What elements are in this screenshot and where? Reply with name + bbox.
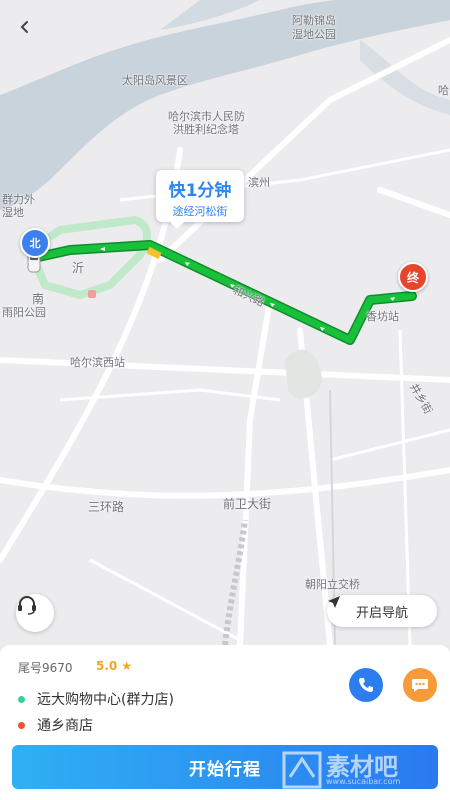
headset-icon	[18, 596, 36, 615]
origin-label: 远大购物中心(群力店)	[37, 692, 174, 708]
watermark-url: www.sucaibar.com	[326, 777, 401, 786]
map-label-qunli-1: 群力外	[2, 193, 35, 206]
customer-service-button[interactable]	[16, 594, 54, 632]
map-label-sun-island: 太阳岛风景区	[122, 74, 188, 87]
callout-title: 快1分钟	[168, 181, 232, 201]
map-label-qianwei: 前卫大街	[223, 497, 272, 511]
map-label-xiangfang: 香坊站	[366, 310, 399, 323]
back-button[interactable]	[18, 20, 46, 48]
map-label-wetland-park: 湿地公园	[292, 28, 336, 41]
map-label-chaoyang: 朝阳立交桥	[305, 578, 360, 591]
map-label-hongqi: 沂	[72, 261, 85, 275]
map-label-south: 南	[32, 292, 45, 306]
navigation-arrow-icon	[328, 596, 340, 608]
end-marker: 终	[398, 262, 428, 292]
start-trip-label: 开始行程	[189, 759, 261, 780]
map-label-third-ring: 三环路	[88, 500, 125, 514]
map-label-binzhou: 滨州	[248, 176, 270, 189]
start-navigation-label: 开启导航	[355, 605, 408, 621]
chevron-left-icon	[20, 21, 28, 33]
map-label-memorial-2: 洪胜利纪念塔	[173, 123, 239, 136]
watermark: 素材吧 www.sucaibar.com	[278, 745, 428, 795]
map-label-amuer: 阿勒锦岛	[292, 14, 336, 27]
route-callout[interactable]: 快1分钟 途经河松街	[156, 170, 244, 229]
plate-number: 尾号9670	[18, 661, 73, 675]
map-label-memorial-1: 哈尔滨市人民防	[168, 110, 245, 123]
destination-label: 通乡商店	[37, 718, 93, 734]
map-label-edge: 哈	[438, 84, 449, 97]
watermark-logo-icon	[282, 751, 322, 789]
destination-dot-icon	[18, 721, 25, 729]
start-marker: 北	[20, 228, 50, 258]
phone-icon	[359, 678, 373, 692]
origin-dot-icon	[18, 695, 25, 703]
chat-bubble-icon	[412, 679, 428, 692]
message-button[interactable]	[403, 668, 437, 702]
map-label-west-station: 哈尔滨西站	[70, 356, 125, 369]
destination-row: 通乡商店	[18, 715, 93, 735]
map-label-qunli-2: 湿地	[2, 206, 24, 219]
call-button[interactable]	[349, 668, 383, 702]
driver-rating: 5.0 ★	[96, 659, 133, 673]
origin-row: 远大购物中心(群力店)	[18, 689, 174, 709]
callout-subtitle: 途经河松街	[172, 205, 228, 218]
map-view[interactable]: 阿勒锦岛 湿地公园 太阳岛风景区 哈尔滨市人民防 洪胜利纪念塔 滨州 群力外 湿…	[0, 0, 450, 645]
map-label-nanyang-park: 雨阳公园	[2, 306, 46, 319]
start-navigation-button[interactable]: 开启导航	[327, 595, 437, 627]
